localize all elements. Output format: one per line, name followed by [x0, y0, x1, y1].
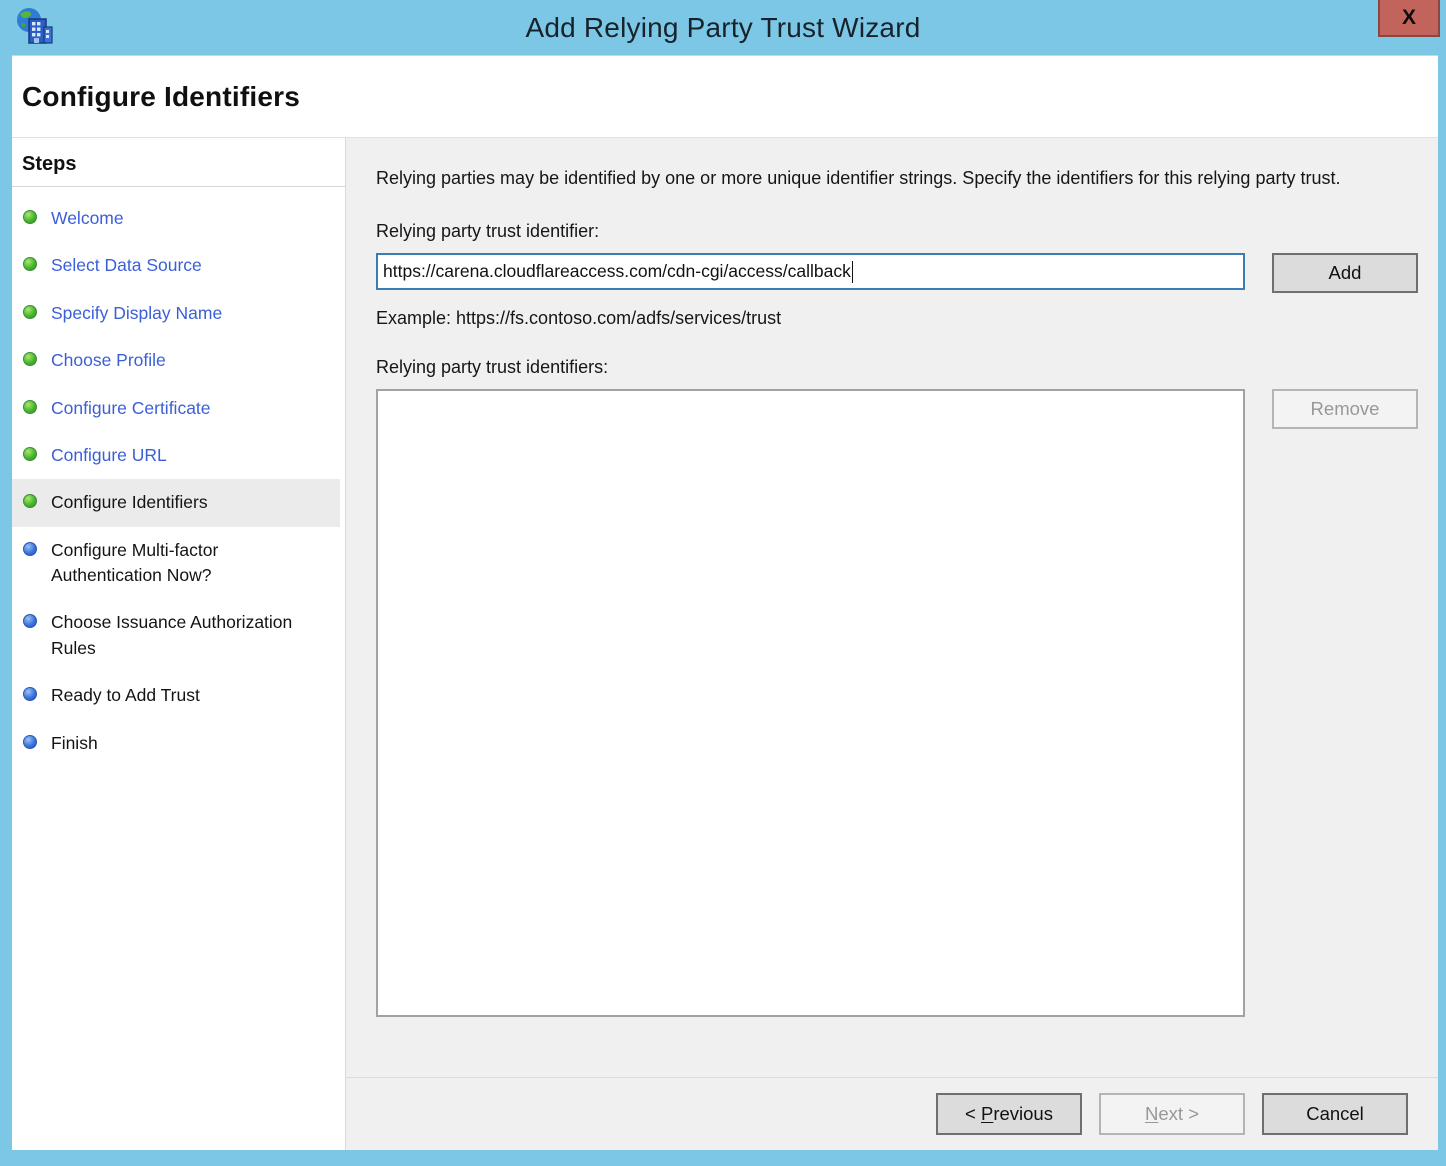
step-completed-icon [23, 257, 37, 271]
client-area: Configure Identifiers Steps Welcome Sele… [12, 55, 1438, 1150]
sidebar-item-welcome: Welcome [12, 195, 345, 242]
sidebar-item-specify-display-name: Specify Display Name [12, 290, 345, 337]
sidebar-item-choose-profile: Choose Profile [12, 337, 345, 384]
next-button[interactable]: Next > [1099, 1093, 1245, 1135]
step-current-icon [23, 494, 37, 508]
sidebar-item-configure-mfa: Configure Multi-factor Authentication No… [12, 527, 345, 600]
identifier-input-value: https://carena.cloudflareaccess.com/cdn-… [383, 261, 851, 282]
step-upcoming-icon [23, 614, 37, 628]
adfs-app-icon [15, 7, 53, 47]
main-panel: Relying parties may be identified by one… [345, 138, 1438, 1150]
wizard-window: Add Relying Party Trust Wizard X Configu… [0, 0, 1446, 1166]
cancel-button[interactable]: Cancel [1262, 1093, 1408, 1135]
sidebar-item-configure-certificate: Configure Certificate [12, 385, 345, 432]
remove-button[interactable]: Remove [1272, 389, 1418, 429]
steps-sidebar: Steps Welcome Select Data Source Specify… [12, 138, 345, 1150]
intro-text: Relying parties may be identified by one… [376, 165, 1396, 192]
close-button[interactable]: X [1378, 0, 1440, 37]
step-completed-icon [23, 305, 37, 319]
identifier-input[interactable]: https://carena.cloudflareaccess.com/cdn-… [376, 253, 1245, 290]
text-caret [852, 261, 854, 283]
steps-heading: Steps [12, 149, 345, 187]
page-title: Configure Identifiers [12, 81, 300, 113]
titlebar: Add Relying Party Trust Wizard X [0, 0, 1446, 55]
sidebar-item-ready-to-add-trust: Ready to Add Trust [12, 672, 345, 719]
window-title: Add Relying Party Trust Wizard [0, 12, 1446, 44]
footer-button-bar: < Previous Next > Cancel [346, 1077, 1438, 1150]
previous-button[interactable]: < Previous [936, 1093, 1082, 1135]
sidebar-item-select-data-source: Select Data Source [12, 242, 345, 289]
step-upcoming-icon [23, 542, 37, 556]
step-completed-icon [23, 447, 37, 461]
identifier-label: Relying party trust identifier: [376, 221, 1438, 242]
step-upcoming-icon [23, 687, 37, 701]
steps-list: Welcome Select Data Source Specify Displ… [12, 195, 345, 767]
sidebar-item-choose-issuance-rules: Choose Issuance Authorization Rules [12, 599, 345, 672]
sidebar-item-configure-identifiers: Configure Identifiers [12, 479, 340, 526]
identifiers-list-label: Relying party trust identifiers: [376, 357, 1438, 378]
sidebar-item-configure-url: Configure URL [12, 432, 345, 479]
sidebar-item-finish: Finish [12, 720, 345, 767]
step-completed-icon [23, 210, 37, 224]
example-text: Example: https://fs.contoso.com/adfs/ser… [376, 308, 1438, 329]
step-upcoming-icon [23, 735, 37, 749]
identifiers-listbox[interactable] [376, 389, 1245, 1017]
page-header: Configure Identifiers [12, 56, 1438, 138]
add-button[interactable]: Add [1272, 253, 1418, 293]
step-completed-icon [23, 400, 37, 414]
step-completed-icon [23, 352, 37, 366]
